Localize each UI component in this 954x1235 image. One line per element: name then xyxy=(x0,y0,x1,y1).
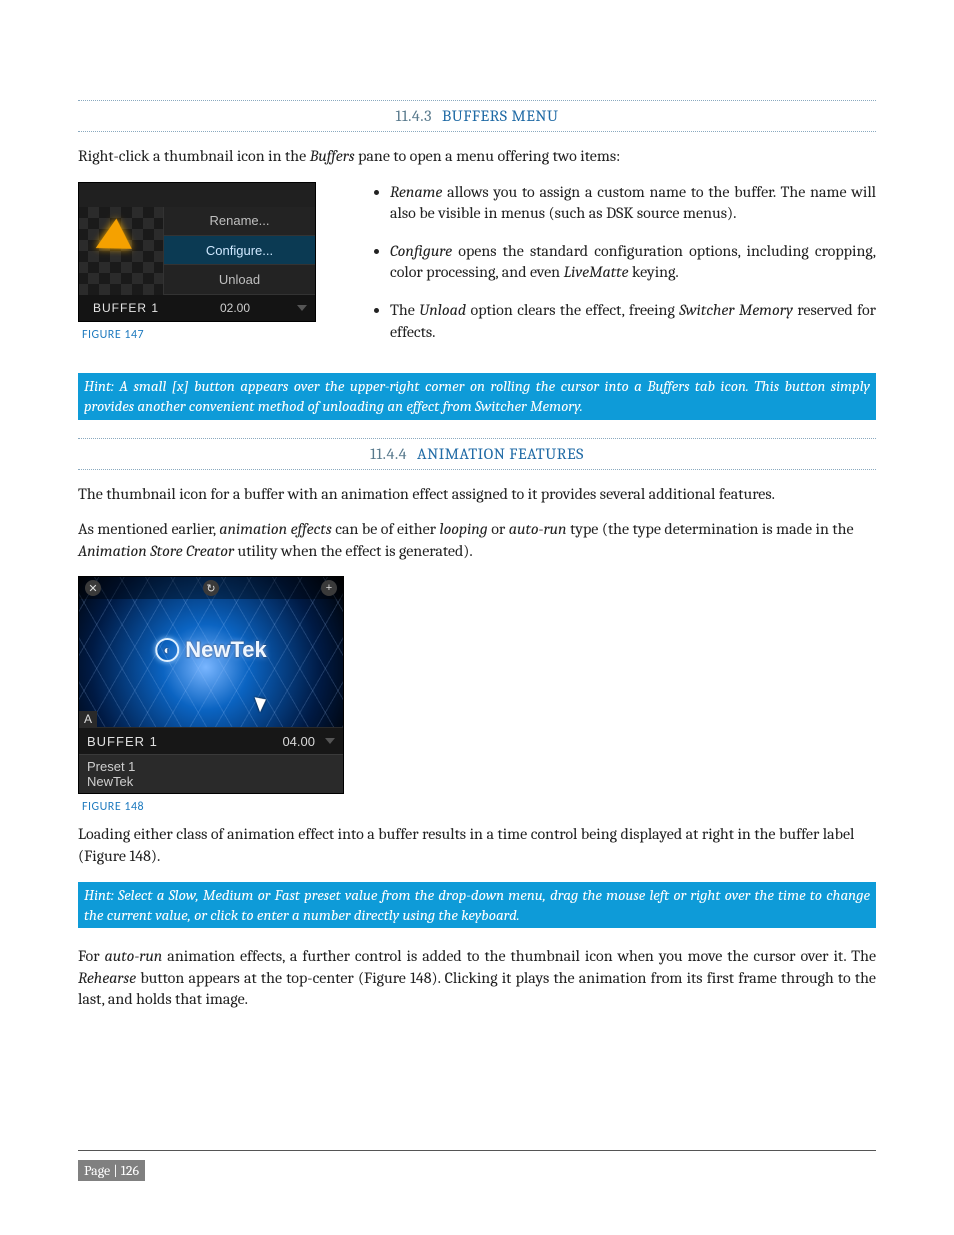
hint-time-control: Hint: Select a Slow, Medium or Fast pres… xyxy=(78,882,876,929)
anim-p2: As mentioned earlier, animation effects … xyxy=(78,519,876,562)
text-em: animation effects xyxy=(219,520,331,538)
text: The xyxy=(390,301,419,319)
text: option clears the effect, freeing xyxy=(466,301,679,319)
text-em: Configure xyxy=(390,242,452,260)
animation-thumbnail[interactable]: ✕ ↻ + ◐ NewTek A xyxy=(79,577,343,727)
loop-icon[interactable]: ↻ xyxy=(203,580,219,596)
text-em: Rehearse xyxy=(78,969,136,987)
brand-circle-icon: ◐ xyxy=(155,638,179,662)
a-tag: A xyxy=(79,711,97,727)
text: or xyxy=(488,520,509,538)
text-em: Switcher Memory xyxy=(679,301,793,319)
section-title: ANIMATION FEATURES xyxy=(417,445,584,463)
brand-text: NewTek xyxy=(185,637,267,663)
context-menu: Rename... Configure... Unload xyxy=(163,207,315,295)
text: type (the type determination is made in … xyxy=(567,520,854,538)
bullet-configure: Configure opens the standard configurati… xyxy=(390,241,876,284)
chevron-down-icon[interactable] xyxy=(297,305,307,311)
figure-147-caption: FIGURE 147 xyxy=(82,328,338,342)
autorun-paragraph: For auto-run animation effects, a furthe… xyxy=(78,946,876,1011)
preset-line2: NewTek xyxy=(87,774,335,789)
buffer-time[interactable]: 02.00 xyxy=(173,301,297,315)
buffer-label: BUFFER 1 xyxy=(79,301,173,315)
text-em: Unload xyxy=(419,301,466,319)
text: animation effects, a further control is … xyxy=(162,947,876,965)
hint-unload-x: Hint: A small [x] button appears over th… xyxy=(78,373,876,420)
page-footer: Page | 126 xyxy=(78,1160,145,1181)
intro-buffers: Right-click a thumbnail icon in the Buff… xyxy=(78,146,876,168)
bullet-unload: The Unload option clears the effect, fre… xyxy=(390,300,876,343)
section-heading-buffers: 11.4.3 BUFFERS MENU xyxy=(78,100,876,132)
figure-148-caption: FIGURE 148 xyxy=(82,800,876,814)
preset-line1: Preset 1 xyxy=(87,759,335,774)
figure-147: Rename... Configure... Unload BUFFER 1 0… xyxy=(78,182,316,322)
fig147-top xyxy=(79,183,315,207)
menu-rename[interactable]: Rename... xyxy=(164,207,315,236)
plus-icon[interactable]: + xyxy=(321,580,337,596)
section-title: BUFFERS MENU xyxy=(442,107,558,125)
text: For xyxy=(78,947,105,965)
text-em: LiveMatte xyxy=(564,263,629,281)
figure-148: ✕ ↻ + ◐ NewTek A BUFFER 1 04.00 Preset 1… xyxy=(78,576,344,794)
section-number: 11.4.3 xyxy=(396,107,432,125)
text-em: looping xyxy=(439,520,487,538)
text: can be of either xyxy=(332,520,440,538)
close-icon[interactable]: ✕ xyxy=(85,580,101,596)
footer-rule xyxy=(78,1150,876,1151)
menu-configure[interactable]: Configure... xyxy=(164,236,315,265)
section-number: 11.4.4 xyxy=(370,445,407,463)
preset-label[interactable]: Preset 1 NewTek xyxy=(79,754,343,793)
buffer-time[interactable]: 04.00 xyxy=(207,734,315,749)
anim-p1: The thumbnail icon for a buffer with an … xyxy=(78,484,876,506)
buffer-label: BUFFER 1 xyxy=(87,734,207,749)
bullet-rename: Rename allows you to assign a custom nam… xyxy=(390,182,876,225)
text: button appears at the top-center (Figure… xyxy=(78,969,876,1009)
chevron-down-icon[interactable] xyxy=(325,738,335,744)
brand-logo: ◐ NewTek xyxy=(155,637,267,663)
text-em: Animation Store Creator xyxy=(78,542,234,560)
text-em: Rename xyxy=(390,183,442,201)
menu-unload[interactable]: Unload xyxy=(164,265,315,294)
buffer-thumbnail[interactable] xyxy=(79,207,163,295)
text: keying. xyxy=(628,263,678,281)
text: Right-click a thumbnail icon in the xyxy=(78,147,310,165)
text-em: auto-run xyxy=(105,947,163,965)
text-em: auto-run xyxy=(509,520,567,538)
text: allows you to assign a custom name to th… xyxy=(390,183,876,223)
text: utility when the effect is generated). xyxy=(234,542,473,560)
buffers-bullets: Rename allows you to assign a custom nam… xyxy=(362,182,876,344)
text-em: Buffers xyxy=(310,147,355,165)
after-148: Loading either class of animation effect… xyxy=(78,824,876,867)
text: As mentioned earlier, xyxy=(78,520,219,538)
section-heading-animation: 11.4.4 ANIMATION FEATURES xyxy=(78,438,876,470)
text: pane to open a menu offering two items: xyxy=(355,147,621,165)
